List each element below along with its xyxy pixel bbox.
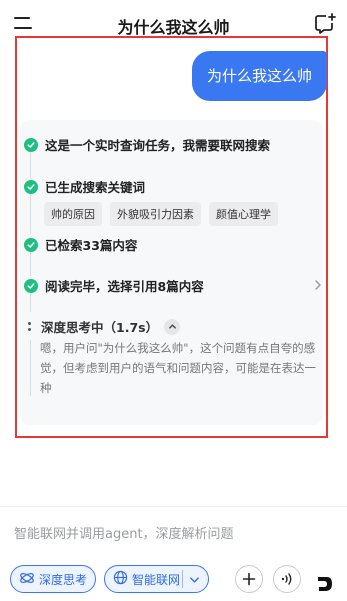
deep-thinking-title: 深度思考中（1.7s）: [41, 320, 159, 335]
keyword-tag[interactable]: 帅的原因: [44, 202, 102, 226]
step-label: 阅读完毕，选择引用8篇内容: [45, 279, 204, 294]
collapse-button[interactable]: [164, 318, 181, 335]
page-title: 为什么我这么帅: [117, 18, 230, 37]
globe-icon: [113, 570, 128, 588]
keyword-tags: 帅的原因 外貌吸引力因素 颜值心理学: [44, 202, 278, 226]
deep-think-label: 深度思考: [39, 572, 88, 587]
keyword-tag[interactable]: 外貌吸引力因素: [110, 202, 201, 226]
check-icon: [24, 179, 38, 194]
composer: 智能联网并调用agent，深度解析问题 深度思考 智能联网: [0, 506, 347, 601]
step-label: 已检索33篇内容: [45, 238, 138, 253]
dots-icon: [28, 322, 31, 331]
step-label: 这是一个实时查询任务，我需要联网搜索: [45, 138, 271, 153]
deep-thinking-header: 深度思考中（1.7s）: [28, 317, 181, 336]
atom-icon: [19, 570, 35, 589]
deep-thinking-rule: [30, 340, 31, 396]
check-icon: [24, 278, 38, 293]
step-connector: [30, 150, 31, 178]
check-icon: [24, 237, 38, 252]
app-logo-icon: [313, 573, 335, 595]
step-label: 已生成搜索关键词: [45, 180, 146, 195]
thinking-step: 已检索33篇内容: [24, 235, 137, 254]
step-connector: [30, 292, 31, 312]
step-connector: [30, 190, 31, 234]
user-message-bubble: 为什么我这么帅: [191, 51, 327, 101]
message-input[interactable]: 智能联网并调用agent，深度解析问题: [14, 523, 234, 542]
voice-button[interactable]: [273, 565, 301, 593]
thinking-panel: 这是一个实时查询任务，我需要联网搜索 已生成搜索关键词 帅的原因 外貌吸引力因素…: [20, 120, 323, 425]
divider: [182, 570, 183, 588]
chevron-right-icon[interactable]: [313, 276, 323, 290]
thinking-step-references[interactable]: 阅读完毕，选择引用8篇内容: [24, 276, 204, 295]
thinking-step: 已生成搜索关键词: [24, 177, 145, 196]
web-search-toggle[interactable]: 智能联网: [104, 565, 209, 593]
keyword-tag[interactable]: 颜值心理学: [209, 202, 278, 226]
web-search-label: 智能联网: [132, 572, 181, 587]
sound-wave-icon: [281, 573, 292, 585]
deep-thinking-text: 嗯，用户问"为什么我这么帅"，这个问题有点自夸的感觉，但考虑到用户的语气和问题内…: [40, 341, 316, 395]
deep-think-toggle[interactable]: 深度思考: [10, 565, 96, 593]
chevron-down-icon[interactable]: [189, 574, 200, 588]
new-chat-icon[interactable]: [313, 12, 337, 36]
plus-icon: [242, 572, 256, 586]
check-icon: [24, 137, 38, 152]
add-button[interactable]: [235, 565, 263, 593]
thinking-step: 这是一个实时查询任务，我需要联网搜索: [24, 135, 270, 154]
